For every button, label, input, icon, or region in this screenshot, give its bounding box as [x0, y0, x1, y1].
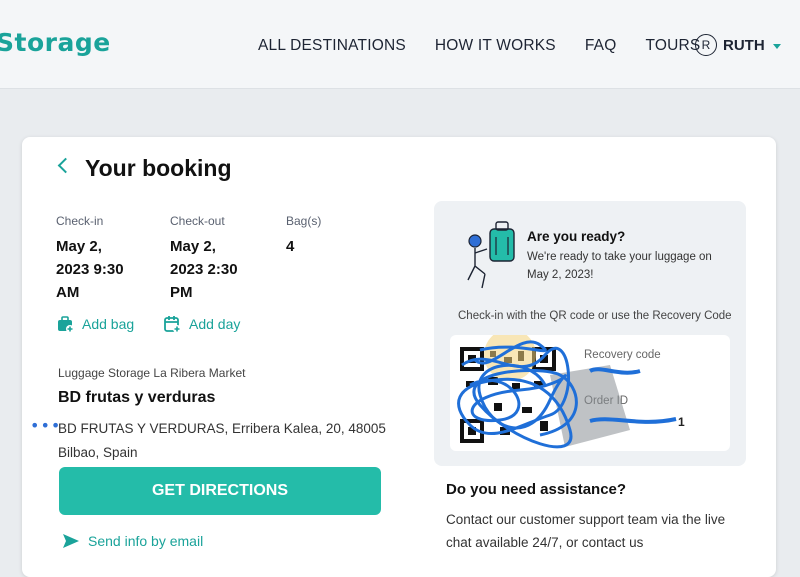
- send-info-label: Send info by email: [88, 533, 204, 549]
- bags-value: 4: [286, 238, 295, 255]
- nav-how-it-works[interactable]: HOW IT WORKS: [435, 37, 556, 55]
- checkin-instructions: Check-in with the QR code or use the Rec…: [458, 310, 732, 322]
- address-city-line: Bilbao, Spain: [58, 445, 138, 460]
- redaction-scribble: [457, 335, 677, 449]
- bag-icon: [58, 316, 74, 333]
- user-menu[interactable]: R RUTH: [695, 34, 781, 56]
- checkin-label: Check-in: [56, 214, 104, 228]
- checkin-time-line: 2023 9:30: [56, 261, 124, 278]
- checkout-date-line: May 2,: [170, 238, 216, 255]
- add-bag-label: Add bag: [82, 316, 135, 332]
- add-day-label: Add day: [189, 316, 241, 332]
- address: BD FRUTAS Y VERDURAS, Erribera Kalea, 20…: [58, 417, 398, 465]
- checkin-value: May 2, 2023 9:30 AM: [56, 235, 124, 304]
- nav-all-destinations[interactable]: ALL DESTINATIONS: [258, 37, 406, 55]
- checkin-ready-panel: Are you ready? We're ready to take your …: [434, 201, 746, 466]
- avatar: R: [695, 34, 717, 56]
- luggage-person-icon: [467, 221, 515, 289]
- ready-date-line: May 2, 2023!: [527, 269, 594, 281]
- checkin-ampm-line: AM: [56, 284, 80, 301]
- checkout-ampm-line: PM: [170, 284, 193, 301]
- top-navigation-bar: Storage ALL DESTINATIONS HOW IT WORKS FA…: [0, 0, 800, 89]
- nav-tours[interactable]: TOURS: [645, 37, 700, 55]
- assistance-title: Do you need assistance?: [446, 481, 627, 498]
- qr-code-box: Recovery code Order ID 1: [450, 335, 730, 451]
- booking-card: Your booking Check-in May 2, 2023 9:30 A…: [22, 137, 776, 577]
- get-directions-button[interactable]: GET DIRECTIONS: [59, 467, 381, 515]
- send-info-email-link[interactable]: Send info by email: [62, 533, 203, 549]
- page-title: Your booking: [85, 155, 232, 181]
- ready-text-line: We're ready to take your luggage on: [527, 251, 712, 263]
- checkin-date-line: May 2,: [56, 238, 102, 255]
- checkout-time-line: 2023 2:30: [170, 261, 238, 278]
- add-bag-button[interactable]: Add bag: [56, 315, 134, 333]
- assistance-text: Contact our customer support team via th…: [446, 508, 756, 554]
- assistance-text-line-2: chat available 24/7, or contact us: [446, 535, 644, 550]
- add-day-button[interactable]: Add day: [163, 315, 240, 333]
- location-label: Luggage Storage La Ribera Market: [58, 366, 246, 380]
- chevron-down-icon: [772, 43, 781, 49]
- send-icon: [63, 534, 79, 548]
- bags-label: Bag(s): [286, 214, 322, 228]
- address-line: BD FRUTAS Y VERDURAS, Erribera Kalea, 20…: [58, 421, 386, 436]
- brand-logo[interactable]: Storage: [0, 28, 111, 57]
- location-name: BD frutas y verduras: [58, 389, 216, 406]
- more-options-icon[interactable]: •••: [30, 416, 61, 435]
- main-nav: ALL DESTINATIONS HOW IT WORKS FAQ TOURS: [258, 37, 729, 55]
- ready-text: We're ready to take your luggage on May …: [527, 248, 727, 284]
- user-name: RUTH: [723, 36, 765, 54]
- checkout-value: May 2, 2023 2:30 PM: [170, 235, 238, 304]
- calendar-icon: [164, 316, 181, 333]
- back-arrow-icon[interactable]: [57, 157, 74, 174]
- assistance-text-line: Contact our customer support team via th…: [446, 512, 726, 527]
- checkout-label: Check-out: [170, 214, 225, 228]
- ready-title: Are you ready?: [527, 229, 626, 244]
- nav-faq[interactable]: FAQ: [585, 37, 617, 55]
